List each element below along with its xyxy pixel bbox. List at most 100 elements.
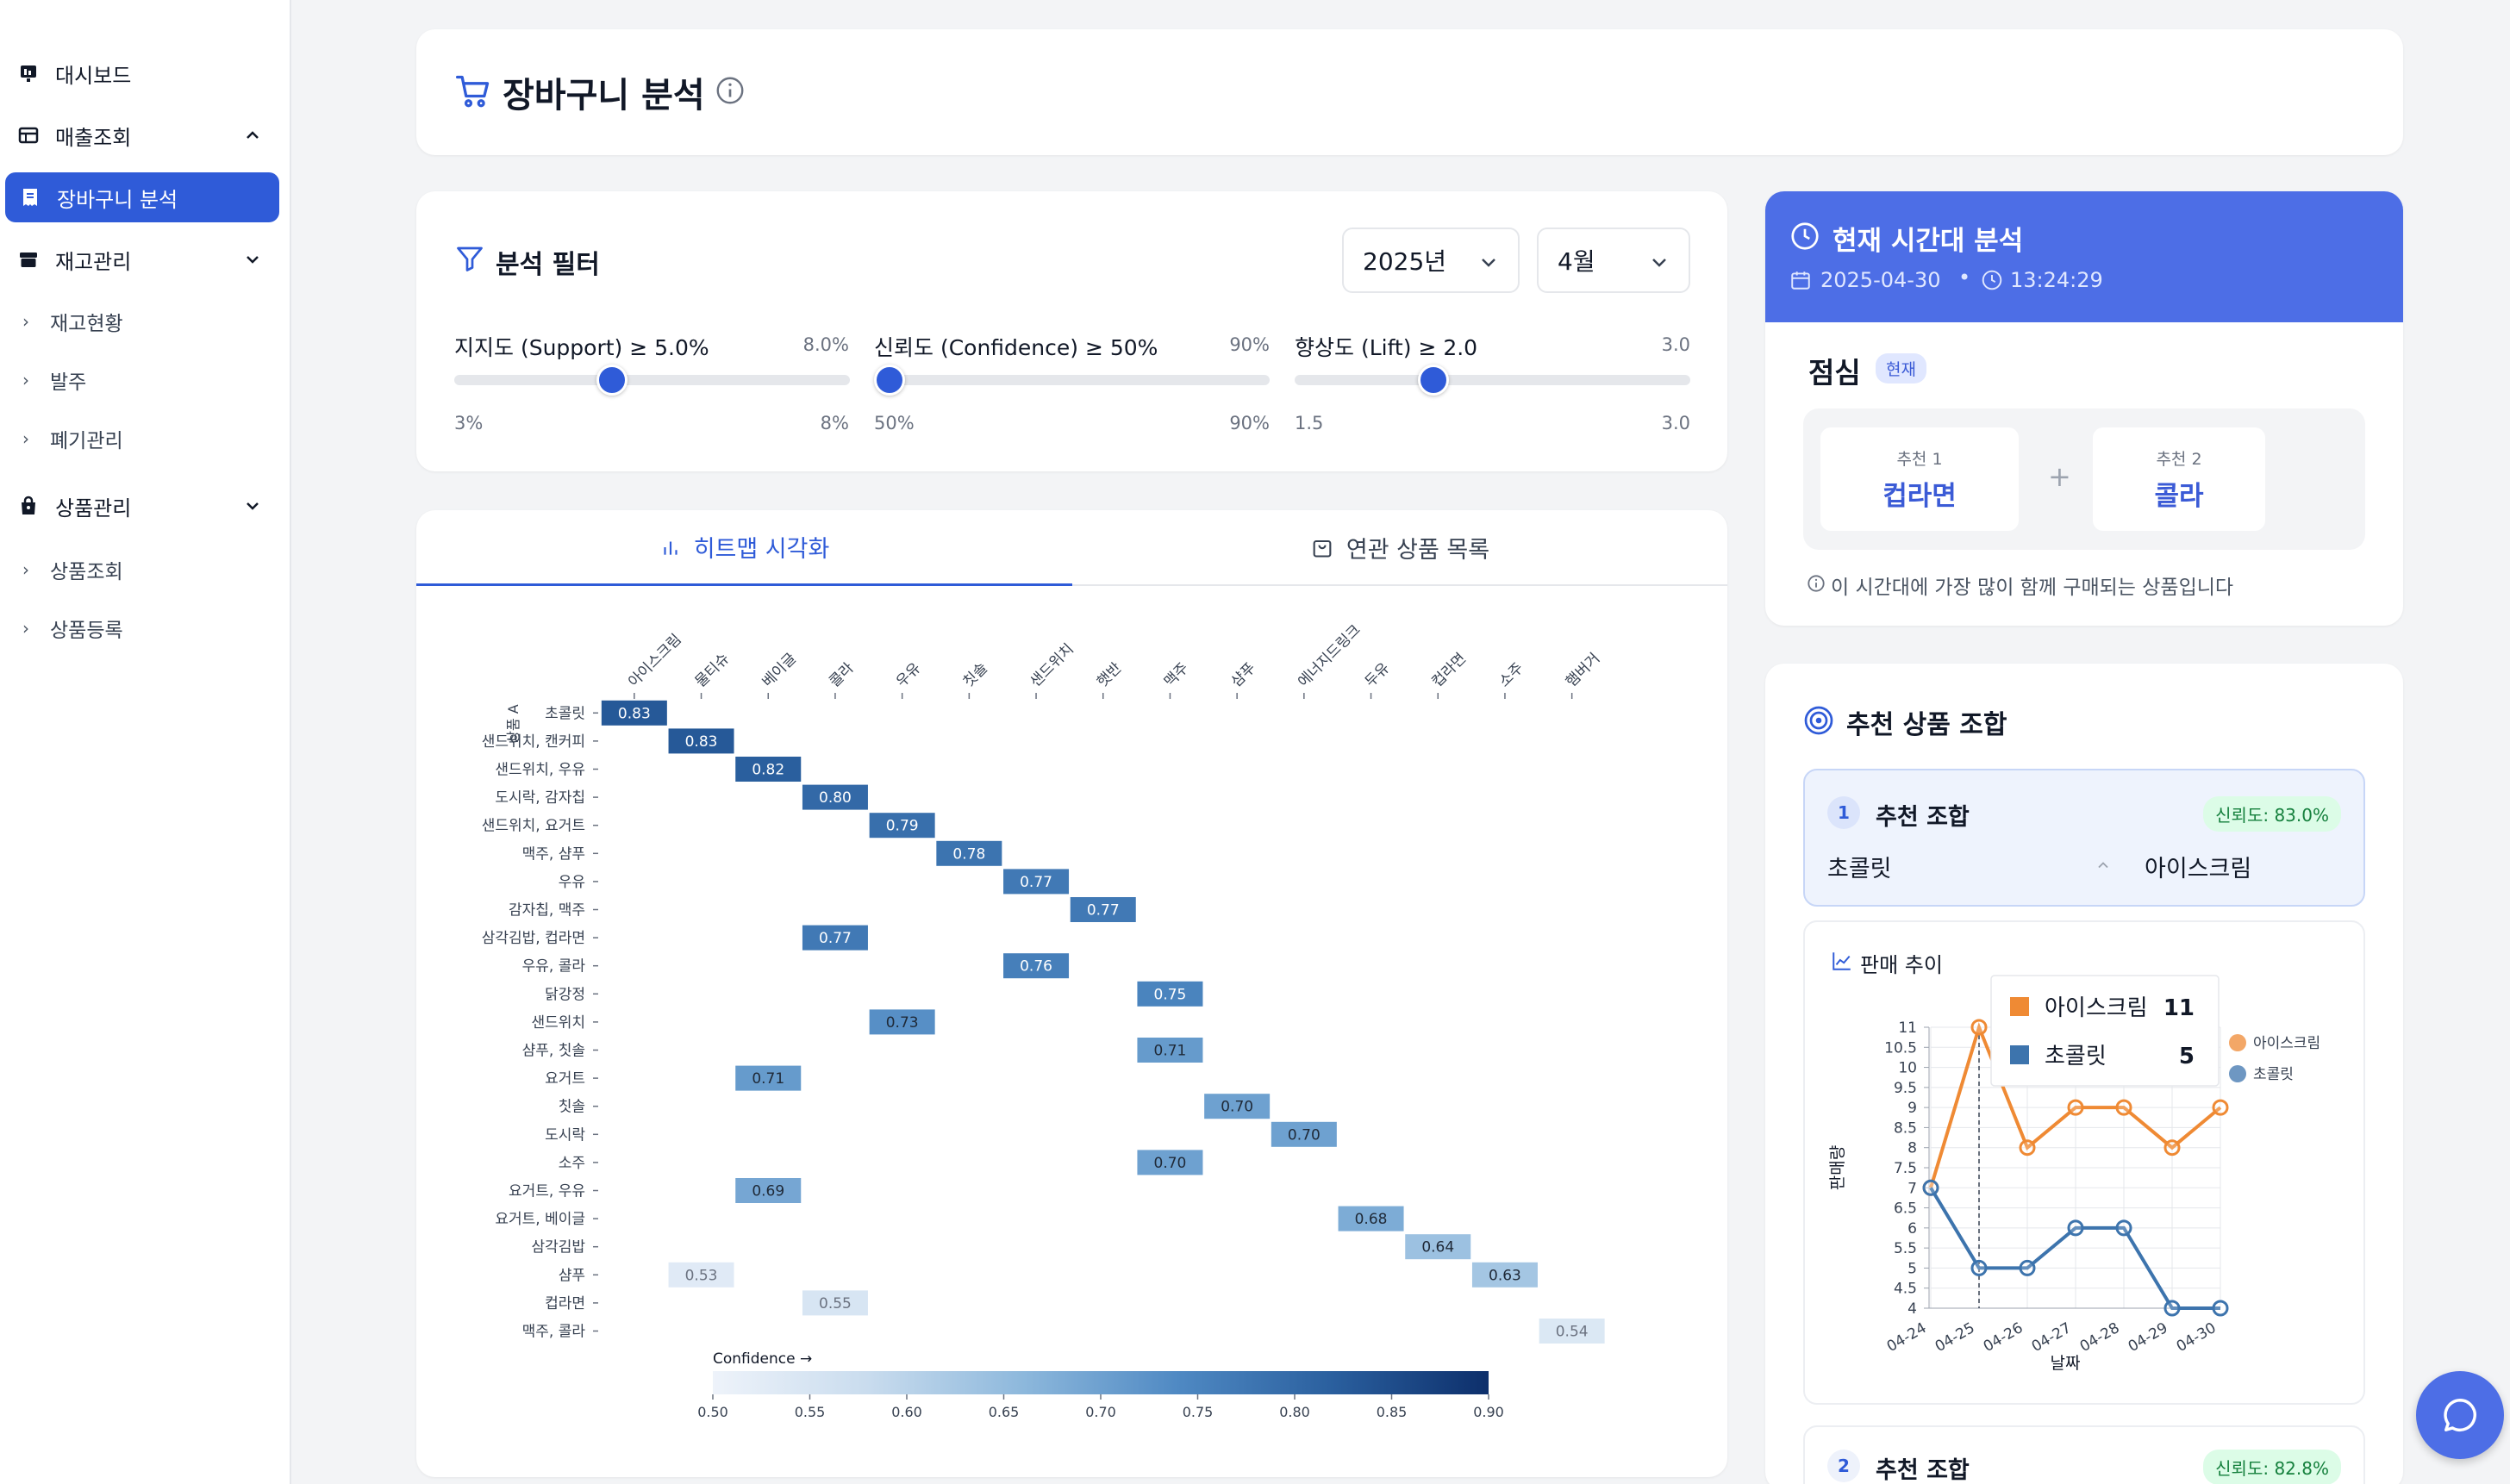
heatmap-x-label: 콜라: [826, 659, 858, 691]
x-tick-label: 04-27: [2029, 1319, 2075, 1356]
heatmap-cell-value: 0.78: [952, 845, 985, 863]
chevron-down-icon[interactable]: [241, 248, 264, 271]
series-point: [2115, 1099, 2132, 1116]
time-period: 점심: [1808, 356, 1861, 390]
y-tick-label: 10: [1898, 1060, 1917, 1077]
confidence-slider-label: 신뢰도 (Confidence) ≥ 50%: [874, 335, 1158, 360]
y-tick-label: 10.5: [1884, 1039, 1917, 1057]
x-tick-label: 04-30: [2174, 1319, 2220, 1356]
heatmap-y-axis-label: 상품 A: [505, 704, 521, 744]
legend-marker: [2229, 1034, 2246, 1051]
sidebar-item-products[interactable]: 상품관리: [17, 481, 279, 531]
chat-bubble-icon: [2444, 1399, 2476, 1431]
info-icon[interactable]: [715, 75, 746, 106]
year-select-value: 2025년: [1363, 247, 1447, 276]
sidebar-item-sales[interactable]: 매출조회: [17, 110, 279, 160]
heatmap-y-label: 요거트: [545, 1070, 585, 1088]
calendar-icon: [1791, 271, 1810, 290]
recommend-title: 추천 상품 조합: [1846, 710, 2007, 740]
y-axis-label: 판매량: [1828, 1145, 1847, 1190]
colorbar-tick-label: 0.65: [989, 1404, 1020, 1420]
heatmap-x-label: 아이스크림: [625, 631, 684, 690]
series-point: [2212, 1099, 2229, 1116]
sidebar-subitem-order[interactable]: › 발주: [22, 365, 86, 395]
colorbar-tick-label: 0.60: [891, 1404, 922, 1420]
combo-card-2[interactable]: 2 추천 조합 신뢰도: 82.8%: [1803, 1425, 2365, 1484]
heatmap-x-label: 칫솔: [960, 659, 991, 690]
combo-number: 2: [1827, 1450, 1860, 1482]
sidebar: 대시보드 매출조회 장바구니 분석 재고관리 › 재고현황 › 발주 › 폐기관…: [0, 0, 291, 1484]
series-point: [2163, 1139, 2181, 1157]
tooltip-series-name: 아이스크림: [2045, 995, 2148, 1021]
series-point: [2067, 1099, 2084, 1116]
month-select-value: 4월: [1558, 247, 1595, 276]
clock-icon: [1791, 222, 1819, 250]
support-max-label: 8.0%: [802, 334, 849, 355]
sidebar-subitem-product-register[interactable]: › 상품등록: [22, 614, 123, 643]
heatmap-cell-value: 0.83: [685, 733, 718, 751]
time-analysis-title: 현재 시간대 분석: [1833, 226, 2024, 257]
sidebar-item-basket-analysis[interactable]: 장바구니 분석: [5, 172, 279, 222]
sidebar-item-inventory[interactable]: 재고관리: [17, 234, 279, 284]
heatmap-cell-value: 0.82: [752, 762, 784, 779]
combo-number: 1: [1827, 796, 1860, 829]
chevron-down-icon[interactable]: [241, 495, 264, 517]
separator-dot: •: [1958, 265, 1971, 290]
year-select[interactable]: 2025년: [1342, 228, 1520, 293]
page-title: 장바구니 분석: [503, 76, 705, 115]
y-tick-label: 4: [1907, 1300, 1917, 1318]
plus-icon: +: [2048, 460, 2071, 493]
chevron-right-icon: ›: [22, 618, 29, 639]
series-point: [2163, 1300, 2181, 1317]
heatmap-y-label: 샴푸, 칫솔: [522, 1043, 585, 1060]
heatmap-y-label: 우유, 콜라: [522, 958, 586, 976]
heatmap-cell-value: 0.79: [886, 818, 919, 835]
heatmap-x-label: 우유: [893, 659, 924, 690]
heatmap-y-label: 감자칩, 맥주: [509, 902, 585, 920]
legend-label: 아이스크림: [2253, 1035, 2320, 1052]
confidence-slider-track[interactable]: [874, 375, 1270, 385]
sidebar-subitem-stock-status[interactable]: › 재고현황: [22, 307, 123, 336]
sidebar-item-label: 상품조회: [50, 561, 123, 583]
y-tick-label: 11: [1898, 1019, 1917, 1037]
dashboard-icon: [17, 62, 40, 84]
chevron-down-icon: [1482, 259, 1495, 267]
sidebar-item-dashboard[interactable]: 대시보드: [17, 48, 279, 98]
series-point: [2019, 1139, 2036, 1157]
recommendation-2-value: 콜라: [2154, 481, 2204, 512]
colorbar-tick-label: 0.80: [1279, 1404, 1310, 1420]
x-tick-label: 04-24: [1884, 1319, 1930, 1356]
recommended-combos-card: 추천 상품 조합 1 추천 조합 신뢰도: 83.0% 초콜릿 아이스크림 판매…: [1765, 664, 2403, 1484]
sidebar-subitem-disposal[interactable]: › 폐기관리: [22, 424, 123, 453]
y-tick-label: 7.5: [1894, 1160, 1917, 1177]
combo-card-1[interactable]: 1 추천 조합 신뢰도: 83.0% 초콜릿 아이스크림: [1803, 769, 2365, 907]
support-slider-thumb[interactable]: [596, 365, 628, 396]
chevron-up-icon[interactable]: [241, 124, 264, 147]
sidebar-item-label: 상품등록: [50, 620, 123, 642]
chevron-right-icon: ›: [22, 428, 29, 449]
support-slider-track[interactable]: [454, 375, 850, 385]
heatmap-cell-value: 0.71: [752, 1070, 784, 1088]
heatmap-x-label: 에너지드링크: [1295, 621, 1364, 690]
legend-clip: [2320, 1026, 2355, 1060]
heatmap-y-label: 삼각김밥: [531, 1239, 585, 1256]
combo-from-item: 초콜릿: [1827, 856, 1892, 882]
current-time: 13:24:29: [2010, 268, 2103, 292]
confidence-slider-thumb[interactable]: [874, 365, 905, 396]
sidebar-item-label: 상품관리: [55, 496, 132, 521]
sidebar-item-label: 매출조회: [55, 125, 132, 150]
heatmap-cell-value: 0.55: [819, 1295, 852, 1313]
x-tick-label: 04-29: [2126, 1319, 2171, 1356]
lift-slider-track[interactable]: [1295, 375, 1690, 385]
recommendation-1-value: 컵라면: [1882, 481, 1957, 512]
lift-slider-thumb[interactable]: [1418, 365, 1449, 396]
current-date: 2025-04-30: [1820, 268, 1941, 292]
chat-button[interactable]: [2416, 1371, 2504, 1459]
shopping-cart-icon: [456, 75, 490, 108]
sidebar-subitem-product-search[interactable]: › 상품조회: [22, 555, 123, 584]
y-tick-label: 8: [1907, 1140, 1917, 1157]
confidence-badge: 신뢰도: 82.8%: [2203, 1450, 2341, 1484]
sidebar-item-label: 폐기관리: [50, 430, 123, 452]
month-select[interactable]: 4월: [1537, 228, 1690, 293]
x-tick-label: 04-28: [2077, 1319, 2123, 1356]
